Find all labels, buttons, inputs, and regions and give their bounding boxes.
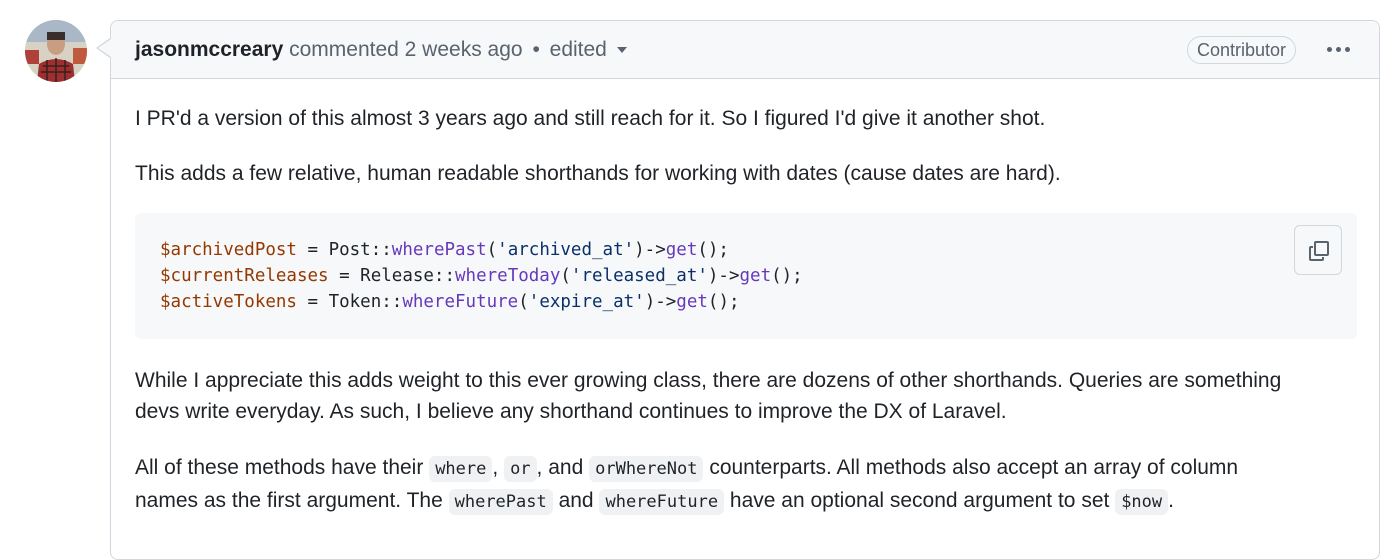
code-token: = Post:: <box>296 240 392 260</box>
code-token: )-> <box>707 266 740 286</box>
code-token: $currentReleases <box>160 266 329 286</box>
code-token: wherePast <box>391 240 487 260</box>
code-token: ( <box>560 266 571 286</box>
body-paragraph-2: This adds a few relative, human readable… <box>135 162 1061 185</box>
code-token: 'archived_at' <box>497 240 635 260</box>
code-token: $activeTokens <box>160 292 297 312</box>
body-paragraph-4: All of these methods have their where, o… <box>135 452 1357 518</box>
comment-action: commented <box>289 38 399 61</box>
code-token: = Token:: <box>296 292 403 312</box>
code-token: get <box>676 292 708 312</box>
avatar-image <box>25 20 87 82</box>
role-badge: Contributor <box>1187 36 1297 64</box>
paragraph-4-line-1: All of these methods have their where, o… <box>135 452 1357 485</box>
comment-header: jasonmccreary commented 2 weeks ago • ed… <box>111 21 1379 79</box>
code-token: 'expire_at' <box>528 292 645 312</box>
edited-dropdown[interactable]: edited <box>550 38 627 61</box>
edited-label: edited <box>549 38 607 61</box>
body-paragraph-3: While I appreciate this adds weight to t… <box>135 365 1357 427</box>
code-token: whereToday <box>455 266 561 286</box>
code-lines: $archivedPost = Post::wherePast('archive… <box>160 237 803 315</box>
paragraph-3-line-1: While I appreciate this adds weight to t… <box>135 369 1282 392</box>
copy-icon <box>1309 241 1329 261</box>
code-token: get <box>739 266 772 286</box>
code-token: whereFuture <box>402 292 519 312</box>
comment-options-button[interactable] <box>1325 47 1353 53</box>
code-token: get <box>665 240 698 260</box>
kebab-horizontal-icon <box>1327 47 1332 52</box>
body-paragraph-1: I PR'd a version of this almost 3 years … <box>135 107 1046 130</box>
code-token: (); <box>697 240 729 260</box>
paragraph-3-line-2: devs write everyday. As such, I believe … <box>135 400 1007 423</box>
timeline-comment: jasonmccreary commented 2 weeks ago • ed… <box>110 20 1380 560</box>
comment-timestamp[interactable]: 2 weeks ago <box>405 38 523 61</box>
paragraph-4-line-2: names as the first argument. The wherePa… <box>135 485 1357 518</box>
code-token: 'released_at' <box>570 266 708 286</box>
author-link[interactable]: jasonmccreary <box>135 38 283 61</box>
avatar[interactable] <box>25 20 87 82</box>
comment-meta: jasonmccreary commented 2 weeks ago • ed… <box>135 36 627 64</box>
code-token: )-> <box>634 240 666 260</box>
inline-code-orwherenot: orWhereNot <box>589 456 704 482</box>
inline-code-wherepast: wherePast <box>448 489 553 515</box>
copy-button[interactable] <box>1294 225 1342 275</box>
code-token: $archivedPost <box>160 240 297 260</box>
code-block: $archivedPost = Post::wherePast('archive… <box>135 213 1357 339</box>
code-token: (); <box>771 266 803 286</box>
inline-code-or: or <box>504 456 537 482</box>
code-token: ( <box>518 292 529 312</box>
chevron-down-icon <box>616 47 627 54</box>
meta-separator: • <box>532 38 540 61</box>
comment-pointer-fill <box>98 39 111 57</box>
code-token: ( <box>486 240 498 260</box>
inline-code-where: where <box>429 456 493 482</box>
code-token: )-> <box>644 292 677 312</box>
code-token: = Release:: <box>328 266 456 286</box>
code-token: (); <box>707 292 740 312</box>
inline-code-wherefuture: whereFuture <box>599 489 725 515</box>
code-line: $archivedPost = Post::wherePast('archive… <box>160 237 803 263</box>
code-line: $activeTokens = Token::whereFuture('expi… <box>160 289 803 315</box>
code-line: $currentReleases = Release::whereToday('… <box>160 263 803 289</box>
inline-code-now: $now <box>1115 489 1169 515</box>
